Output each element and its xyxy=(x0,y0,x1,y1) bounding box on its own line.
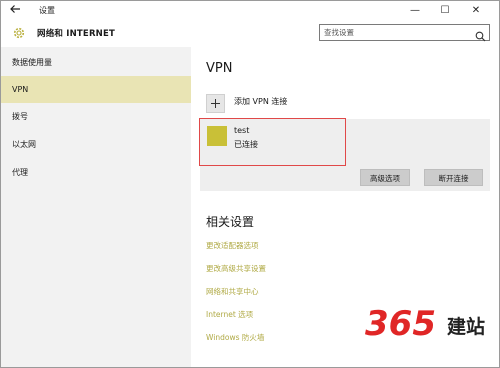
sidebar-item-dial-up[interactable]: 拨号 xyxy=(1,103,191,130)
maximize-button[interactable]: ☐ xyxy=(430,2,460,20)
close-button[interactable]: ✕ xyxy=(461,2,491,20)
add-vpn-button[interactable] xyxy=(206,94,225,113)
title-bar: 设置 — ☐ ✕ xyxy=(1,1,499,21)
link-network-sharing-center[interactable]: 网络和共享中心 xyxy=(206,286,259,297)
search-icon[interactable] xyxy=(475,27,486,42)
window-title: 设置 xyxy=(39,6,55,15)
link-advanced-sharing[interactable]: 更改高级共享设置 xyxy=(206,263,266,274)
search-input[interactable] xyxy=(320,25,478,40)
search-box[interactable] xyxy=(319,24,490,42)
link-adapter-options[interactable]: 更改适配器选项 xyxy=(206,240,259,251)
add-vpn-label[interactable]: 添加 VPN 连接 xyxy=(234,96,287,107)
sidebar-item-ethernet[interactable]: 以太网 xyxy=(1,131,191,158)
link-internet-options[interactable]: Internet 选项 xyxy=(206,309,253,320)
plus-icon xyxy=(211,99,220,108)
vpn-heading: VPN xyxy=(206,61,233,76)
watermark-text: 建站 xyxy=(447,315,485,338)
back-arrow-icon[interactable] xyxy=(7,3,23,19)
link-windows-firewall[interactable]: Windows 防火墙 xyxy=(206,332,264,343)
highlight-box xyxy=(199,118,346,166)
advanced-options-button[interactable]: 高级选项 xyxy=(360,169,410,186)
watermark-number: 365 xyxy=(365,304,436,344)
watermark-logo: 365 建站 xyxy=(364,303,485,344)
sidebar-item-proxy[interactable]: 代理 xyxy=(1,159,191,186)
related-settings-heading: 相关设置 xyxy=(206,215,255,229)
page-title: 网络和 INTERNET xyxy=(37,29,116,39)
settings-window: 设置 — ☐ ✕ 网络和 INTERNET 数据使用量 VPN 拨号 以太网 代… xyxy=(0,0,500,368)
sidebar-item-data-usage[interactable]: 数据使用量 xyxy=(1,49,191,76)
sidebar: 数据使用量 VPN 拨号 以太网 代理 xyxy=(1,47,191,367)
disconnect-button[interactable]: 断开连接 xyxy=(424,169,483,186)
sidebar-item-vpn[interactable]: VPN xyxy=(1,76,191,103)
gear-icon xyxy=(12,25,26,39)
minimize-button[interactable]: — xyxy=(400,2,430,20)
